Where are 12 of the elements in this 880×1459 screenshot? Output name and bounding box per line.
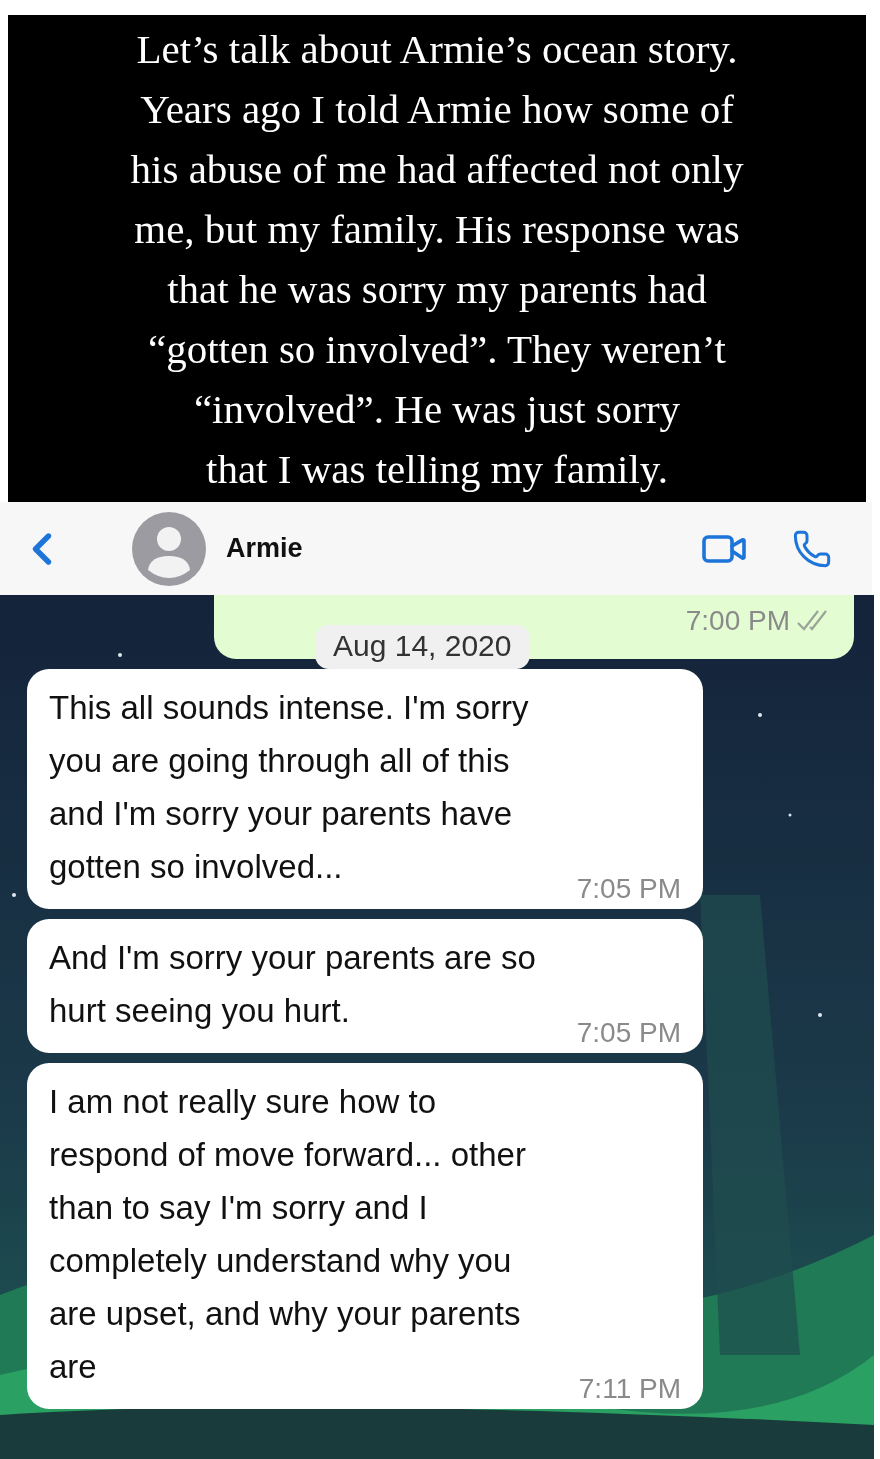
- date-label: Aug 14, 2020: [315, 625, 530, 669]
- phone-call-button[interactable]: [792, 528, 832, 569]
- message-text: This all sounds intense. I'm sorry you are going through all of this and I'm sorry your parents have gotten so involved...: [49, 688, 529, 887]
- message-time: 7:11 PM: [578, 1373, 681, 1405]
- message-time: 7:05 PM: [576, 873, 681, 905]
- message-text: And I'm sorry your parents are so hurt seeing you hurt.: [49, 938, 536, 1031]
- message-text: I am not really sure how to respond of move forward... other than to say I'm sorry and I completely understand why you are upset, and why your parents are: [49, 1082, 526, 1387]
- message-time: 7:00 PM: [685, 605, 790, 637]
- message-time: 7:05 PM: [576, 1017, 681, 1049]
- avatar-icon: [132, 511, 206, 586]
- contact-name: Armie: [226, 533, 304, 564]
- caption-text: Let’s talk about Armie’s ocean story. Years ago I told Armie how some of his abuse of me had affected not only me, but my family. His response was that he was sorry my parents had “gotten so involved”. They weren’t “involved”. He was just sorry that I was telling my family.: [130, 24, 744, 494]
